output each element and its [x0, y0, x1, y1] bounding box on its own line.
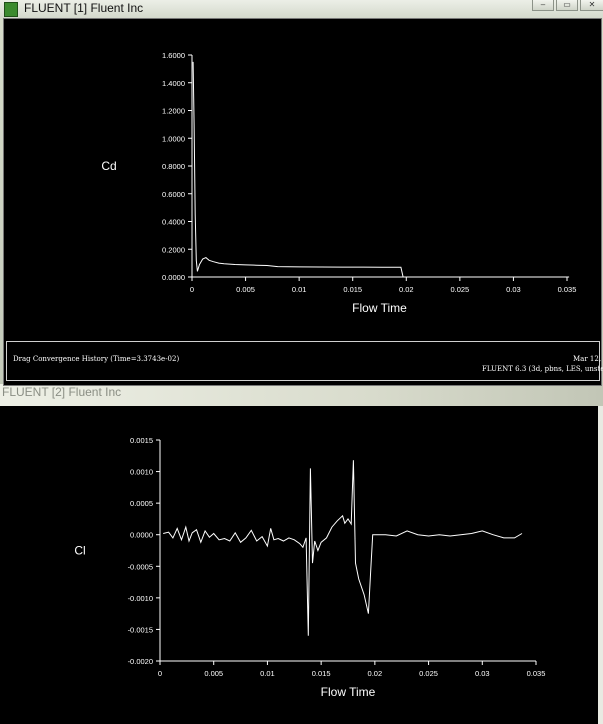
y-tick-label: 0.0010 — [130, 468, 153, 477]
x-tick-label: 0.035 — [527, 669, 546, 678]
graphics-display-1[interactable]: 0.0000 0.2000 0.4000 0.6000 0.8000 1.0000 1.20… — [3, 18, 602, 386]
y-tick-label: 0.2000 — [162, 245, 185, 254]
x-tick-label: 0.025 — [419, 669, 438, 678]
y-tick-label: -0.0020 — [128, 657, 153, 666]
x-tick-label: 0.005 — [204, 669, 223, 678]
y-tick-label: -0.0005 — [128, 562, 153, 571]
y-tick-label: -0.0015 — [128, 625, 153, 634]
data-series-line — [163, 460, 523, 636]
y-tick-label: 0.0000 — [162, 273, 185, 282]
fluent-window-1: FLUENT [1] Fluent Inc – ▭ ✕ 0.0000 0.2000… — [0, 0, 603, 386]
solver-version: FLUENT 6.3 (3d, pbns, LES, unste — [482, 365, 603, 373]
x-tick-label: 0.03 — [475, 669, 490, 678]
y-tick-label: 1.4000 — [162, 79, 185, 88]
y-tick-label: 0.8000 — [162, 162, 185, 171]
x-tick-label: 0.02 — [399, 285, 414, 294]
cd-plot: 0.0000 0.2000 0.4000 0.6000 0.8000 1.0000 1.20… — [101, 51, 577, 315]
minimize-icon[interactable]: – — [532, 0, 554, 11]
x-tick-label: 0.02 — [368, 669, 383, 678]
graphics-caption-bar: Drag Convergence History (Time=3.3743e-0… — [6, 341, 603, 381]
y-tick-label: 0.6000 — [162, 190, 185, 199]
x-tick-label: 0.005 — [236, 285, 255, 294]
y-tick-label: 1.2000 — [162, 107, 185, 116]
y-axis-label: Cl — [74, 544, 85, 558]
x-axis-label: Flow Time — [321, 685, 376, 699]
y-tick-label: 1.0000 — [162, 134, 185, 143]
x-tick-label: 0.01 — [260, 669, 275, 678]
window1-titlebar[interactable]: FLUENT [1] Fluent Inc – ▭ ✕ — [0, 0, 603, 18]
x-tick-label: 0.015 — [343, 285, 362, 294]
fluent-app-icon[interactable] — [4, 2, 18, 17]
x-tick-label: 0.015 — [312, 669, 331, 678]
close-icon[interactable]: ✕ — [580, 0, 603, 11]
x-tick-label: 0.03 — [506, 285, 521, 294]
y-tick-label: 0.4000 — [162, 218, 185, 227]
x-tick-label: 0 — [158, 669, 162, 678]
graphics-display-2[interactable]: -0.0020 -0.0015 -0.0010 -0.0005 0.0000 0.0005… — [0, 406, 598, 724]
window2-border — [598, 406, 603, 724]
x-tick-label: 0.035 — [558, 285, 577, 294]
x-tick-label: 0.025 — [450, 285, 469, 294]
x-tick-label: 0.01 — [292, 285, 307, 294]
plot-date: Mar 12, 2 — [573, 355, 603, 363]
y-tick-label: 0.0000 — [130, 531, 153, 540]
cl-plot: -0.0020 -0.0015 -0.0010 -0.0005 0.0000 0.0005… — [74, 436, 546, 699]
y-tick-label: 0.0005 — [130, 499, 153, 508]
y-tick-label: -0.0010 — [128, 594, 153, 603]
window1-title: FLUENT [1] Fluent Inc — [24, 1, 144, 15]
maximize-icon[interactable]: ▭ — [556, 0, 578, 11]
y-tick-label: 1.6000 — [162, 51, 185, 60]
data-series-line — [192, 61, 570, 278]
y-tick-label: 0.0015 — [130, 436, 153, 445]
x-axis-label: Flow Time — [352, 301, 407, 315]
plot-caption: Drag Convergence History (Time=3.3743e-0… — [13, 355, 180, 363]
window2-title: FLUENT [2] Fluent Inc — [2, 385, 122, 399]
y-axis-label: Cd — [101, 159, 116, 173]
x-tick-label: 0 — [190, 285, 194, 294]
